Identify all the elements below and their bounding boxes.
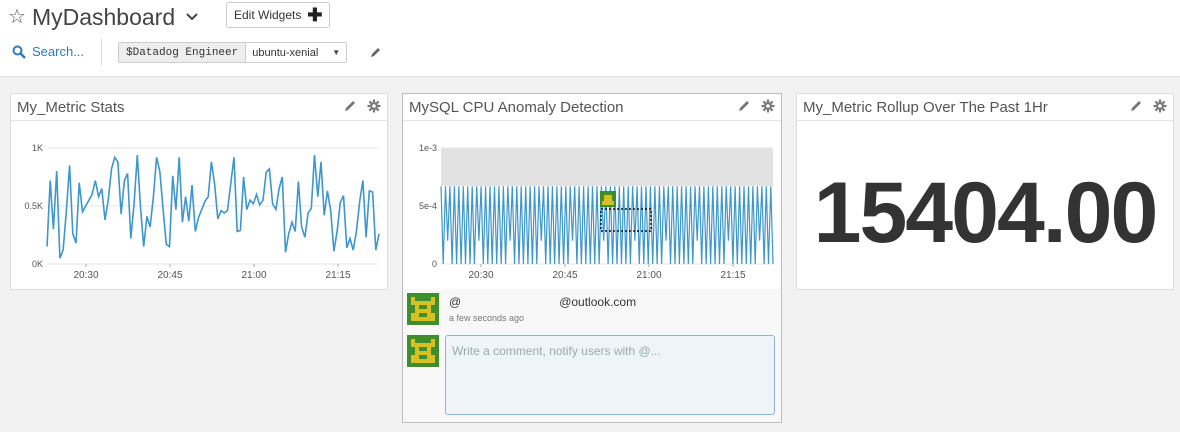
gear-icon[interactable] xyxy=(761,99,775,113)
comment-author-domain: @outlook.com xyxy=(559,295,637,309)
x-tick-label: 20:45 xyxy=(157,270,182,281)
rollup-value: 15404.00 xyxy=(813,165,1159,261)
x-tick-label: 20:30 xyxy=(73,270,98,281)
widget-title: My_Metric Stats xyxy=(17,99,125,116)
widget-actions xyxy=(737,99,775,113)
comment-selection-box xyxy=(600,208,652,232)
widget-cpu-anomaly: MySQL CPU Anomaly Detection 1e-3 5e-4 0 20:… xyxy=(402,93,782,290)
title-row: ☆ MyDashboard xyxy=(8,2,199,32)
comment-marker-avatar[interactable] xyxy=(600,191,616,207)
cpu-anomaly-chart: 1e-3 5e-4 0 20:30 20:45 21:00 21:15 xyxy=(419,143,774,281)
toolbar-divider xyxy=(101,38,102,66)
x-tick-label: 20:30 xyxy=(468,270,493,281)
widget-header: MySQL CPU Anomaly Detection xyxy=(403,94,781,121)
template-variable[interactable]: $Datadog Engineer ubuntu-xenial ▼ xyxy=(118,42,348,63)
top-bar: ☆ MyDashboard Edit Widgets ✚ Search... $… xyxy=(0,0,1180,77)
marker-face xyxy=(604,195,612,201)
comments-panel: @ @outlook.com a few seconds ago Write a … xyxy=(402,289,782,423)
template-variable-select[interactable]: ubuntu-xenial ▼ xyxy=(246,43,347,62)
comment-author-handle: @ xyxy=(449,295,462,309)
anomaly-band xyxy=(441,148,773,186)
pencil-icon[interactable] xyxy=(343,99,357,113)
marker-base xyxy=(602,201,614,205)
pencil-icon[interactable] xyxy=(369,46,382,64)
x-tick-label: 21:00 xyxy=(636,270,661,281)
plus-icon: ✚ xyxy=(307,5,323,25)
y-tick-label: 0 xyxy=(432,259,437,269)
comment-input[interactable]: Write a comment, notify users with @... xyxy=(445,335,775,415)
y-tick-label: 0K xyxy=(32,259,43,269)
x-tick-label: 21:00 xyxy=(241,270,266,281)
search-label: Search... xyxy=(32,44,85,59)
search-button[interactable]: Search... xyxy=(12,44,84,59)
widget-rollup: My_Metric Rollup Over The Past 1Hr 15404… xyxy=(796,93,1174,290)
pencil-icon[interactable] xyxy=(737,99,751,113)
comment-author: @ @outlook.com xyxy=(449,295,636,309)
dashboard-title[interactable]: MyDashboard xyxy=(32,4,175,31)
template-variable-value: ubuntu-xenial xyxy=(252,46,319,59)
widget-actions xyxy=(1129,99,1167,113)
widget-header: My_Metric Stats xyxy=(11,94,387,121)
pencil-icon[interactable] xyxy=(1129,99,1143,113)
widget-title: My_Metric Rollup Over The Past 1Hr xyxy=(803,99,1048,116)
widget-title: MySQL CPU Anomaly Detection xyxy=(409,99,624,116)
gear-icon[interactable] xyxy=(1153,99,1167,113)
gear-icon[interactable] xyxy=(367,99,381,113)
y-tick-label: 1e-3 xyxy=(419,143,437,153)
caret-down-icon: ▼ xyxy=(332,48,341,57)
avatar xyxy=(407,335,439,367)
y-tick-label: 1K xyxy=(32,143,43,153)
search-icon xyxy=(12,45,26,59)
x-tick-label: 20:45 xyxy=(552,270,577,281)
y-tick-label: 0.5K xyxy=(24,201,43,211)
widget-metric-stats: My_Metric Stats 1K 0.5K 0K 20:30 20:45 21:00 2… xyxy=(10,93,388,290)
star-icon[interactable]: ☆ xyxy=(8,7,26,27)
comment-time: a few seconds ago xyxy=(449,313,525,323)
avatar xyxy=(407,293,439,325)
series-line xyxy=(46,154,380,259)
metric-stats-chart: 1K 0.5K 0K 20:30 20:45 21:00 21:15 xyxy=(24,143,380,281)
edit-widgets-button[interactable]: Edit Widgets ✚ xyxy=(226,2,331,28)
x-tick-label: 21:15 xyxy=(325,270,350,281)
y-tick-label: 5e-4 xyxy=(419,201,437,211)
template-variable-name: $Datadog Engineer xyxy=(119,43,247,62)
chevron-down-icon[interactable] xyxy=(185,10,199,24)
widget-actions xyxy=(343,99,381,113)
widget-header: My_Metric Rollup Over The Past 1Hr xyxy=(797,94,1173,121)
edit-widgets-label: Edit Widgets xyxy=(234,8,302,22)
x-tick-label: 21:15 xyxy=(720,270,745,281)
